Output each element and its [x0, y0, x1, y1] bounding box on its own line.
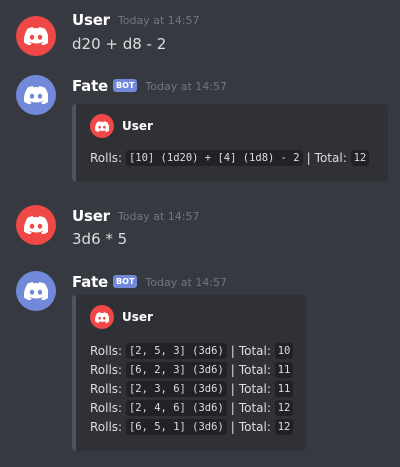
- discord-logo-icon: [24, 216, 48, 234]
- discord-logo-icon: [95, 120, 109, 132]
- message-header: User Today at 14:57: [72, 206, 199, 226]
- roll-line: Rolls: [6, 5, 1] (3d6) | Total: 12: [90, 417, 294, 436]
- message-header: User Today at 14:57: [72, 10, 199, 30]
- message-header: Fate BOT Today at 14:57: [72, 76, 227, 96]
- username[interactable]: Fate: [72, 273, 108, 291]
- discord-logo-icon: [24, 282, 48, 300]
- roll-line: Rolls: [2, 3, 6] (3d6) | Total: 11: [90, 379, 294, 398]
- total-label: Total:: [238, 362, 271, 377]
- roll-line: Rolls: [6, 2, 3] (3d6) | Total: 11: [90, 360, 294, 379]
- rolls-label: Rolls:: [90, 150, 123, 165]
- total-label: Total:: [238, 343, 271, 358]
- rolls-label: Rolls:: [90, 400, 123, 415]
- separator: |: [230, 419, 235, 434]
- separator: |: [230, 343, 235, 358]
- roll-line: Rolls: [2, 5, 3] (3d6) | Total: 10: [90, 341, 294, 360]
- total-value: 11: [274, 380, 294, 397]
- timestamp: Today at 14:57: [117, 13, 200, 27]
- rolls-code: [2, 4, 6] (3d6): [125, 399, 227, 416]
- total-label: Total:: [238, 400, 271, 415]
- rolls-code: [2, 5, 3] (3d6): [125, 342, 227, 359]
- embed-author-avatar: [90, 114, 114, 138]
- user-avatar[interactable]: [16, 16, 56, 56]
- roll-line: Rolls: [2, 4, 6] (3d6) | Total: 12: [90, 398, 294, 417]
- username[interactable]: User: [72, 207, 110, 225]
- message-content: 3d6 * 5: [72, 230, 128, 248]
- total-value: 10: [274, 342, 294, 359]
- total-label: Total:: [314, 150, 347, 165]
- total-value: 12: [274, 418, 294, 435]
- roll-embed: User Rolls: [2, 5, 3] (3d6) | Total: 10 Ro…: [72, 295, 306, 451]
- timestamp: Today at 14:57: [117, 209, 200, 223]
- total-value: 12: [274, 399, 294, 416]
- rolls-code: [10] (1d20) + [4] (1d8) - 2: [125, 149, 303, 166]
- rolls-code: [2, 3, 6] (3d6): [125, 380, 227, 397]
- separator: |: [306, 150, 311, 165]
- rolls-label: Rolls:: [90, 343, 123, 358]
- bot-tag: BOT: [113, 274, 138, 288]
- username[interactable]: User: [72, 11, 110, 29]
- timestamp: Today at 14:57: [145, 275, 227, 289]
- discord-logo-icon: [95, 311, 109, 323]
- bot-avatar[interactable]: [16, 271, 56, 311]
- embed-author-name: User: [122, 310, 153, 324]
- timestamp: Today at 14:57: [145, 79, 227, 93]
- rolls-label: Rolls:: [90, 362, 123, 377]
- rolls-label: Rolls:: [90, 419, 123, 434]
- roll-embed: User Rolls: [10] (1d20) + [4] (1d8) - 2 |…: [72, 104, 388, 182]
- message-header: Fate BOT Today at 14:57: [72, 272, 227, 292]
- message-content: d20 + d8 - 2: [72, 35, 167, 53]
- total-label: Total:: [238, 419, 271, 434]
- embed-author: User: [90, 114, 153, 138]
- rolls-code: [6, 5, 1] (3d6): [125, 418, 227, 435]
- total-value: 12: [350, 149, 370, 166]
- separator: |: [230, 381, 235, 396]
- bot-tag: BOT: [113, 78, 138, 92]
- user-avatar[interactable]: [16, 205, 56, 245]
- roll-line: Rolls: [10] (1d20) + [4] (1d8) - 2 | Total…: [90, 148, 370, 167]
- separator: |: [230, 362, 235, 377]
- embed-author-name: User: [122, 119, 153, 133]
- total-value: 11: [274, 361, 294, 378]
- embed-author: User: [90, 305, 153, 329]
- bot-avatar[interactable]: [16, 75, 56, 115]
- total-label: Total:: [238, 381, 271, 396]
- discord-logo-icon: [24, 27, 48, 45]
- username[interactable]: Fate: [72, 77, 108, 95]
- rolls-code: [6, 2, 3] (3d6): [125, 361, 227, 378]
- discord-logo-icon: [24, 86, 48, 104]
- embed-author-avatar: [90, 305, 114, 329]
- rolls-label: Rolls:: [90, 381, 123, 396]
- separator: |: [230, 400, 235, 415]
